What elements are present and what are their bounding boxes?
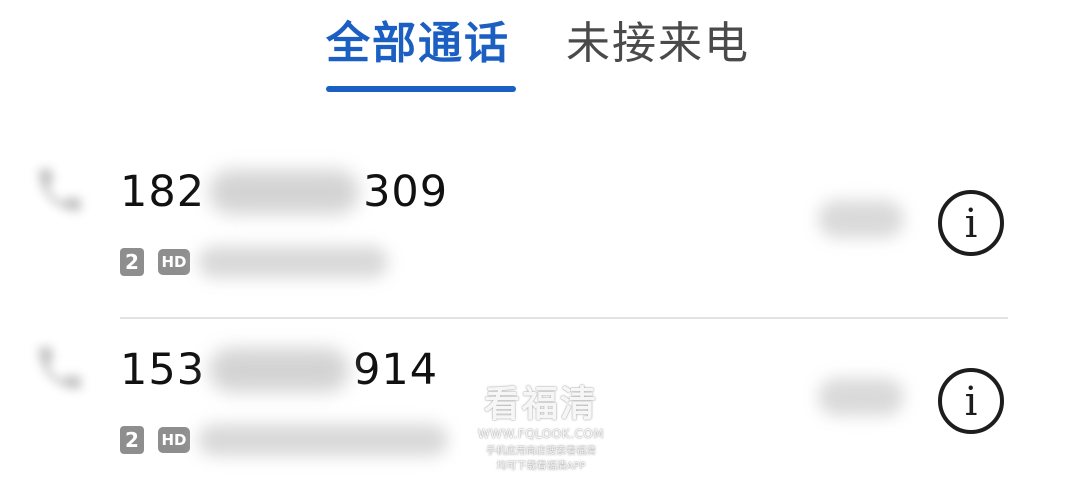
phone-number: 182 309 xyxy=(120,164,448,220)
blurred-location xyxy=(198,424,448,456)
call-details-button[interactable]: i xyxy=(938,368,1004,434)
hd-call-badge: HD xyxy=(158,427,190,453)
phone-number-prefix: 182 xyxy=(120,167,206,217)
blurred-location xyxy=(198,246,388,278)
tab-missed-calls[interactable]: 未接来电 xyxy=(566,14,750,74)
call-log-row[interactable]: 153 914 2 HD i xyxy=(0,318,1080,496)
hd-call-badge: HD xyxy=(158,249,190,275)
phone-icon xyxy=(39,169,81,211)
phone-icon xyxy=(39,347,81,389)
active-tab-indicator xyxy=(326,86,516,92)
call-log-list: 182 309 2 HD i 153 914 2 HD i xyxy=(0,140,1080,496)
call-log-tabs: 全部通话 未接来电 xyxy=(0,0,1080,110)
blurred-digits xyxy=(209,170,360,214)
call-meta: 2 HD xyxy=(120,242,388,282)
blurred-call-time xyxy=(818,200,904,238)
call-meta: 2 HD xyxy=(120,420,448,460)
sim-card-badge: 2 xyxy=(120,248,144,276)
phone-number: 153 914 xyxy=(120,342,438,398)
blurred-digits xyxy=(209,348,350,392)
tab-all-calls[interactable]: 全部通话 xyxy=(326,14,510,74)
info-icon: i xyxy=(964,201,978,247)
phone-number-prefix: 153 xyxy=(120,345,206,395)
sim-card-badge: 2 xyxy=(120,426,144,454)
call-log-row[interactable]: 182 309 2 HD i xyxy=(0,140,1080,318)
phone-number-suffix: 309 xyxy=(363,167,449,217)
phone-number-suffix: 914 xyxy=(353,345,439,395)
blurred-call-time xyxy=(818,378,904,416)
info-icon: i xyxy=(964,379,978,425)
call-details-button[interactable]: i xyxy=(938,190,1004,256)
